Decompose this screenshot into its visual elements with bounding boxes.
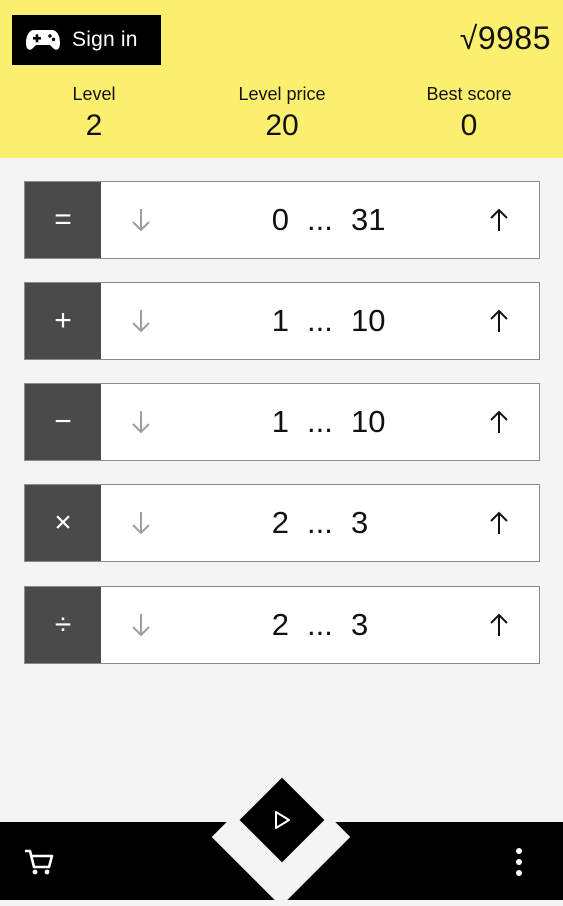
range-max: 3	[351, 505, 369, 540]
range-min: 2	[271, 607, 289, 642]
level-price-stat: Level price 20	[188, 84, 376, 143]
range-row-divide: ÷ 2 ... 3	[24, 586, 540, 664]
range-separator: ...	[307, 607, 333, 642]
sign-in-label: Sign in	[72, 28, 138, 51]
decrease-button[interactable]	[121, 200, 161, 240]
arrow-down-icon	[132, 310, 150, 333]
sign-in-button[interactable]: Sign in	[12, 15, 161, 65]
range-min: 1	[271, 303, 289, 338]
gamepad-icon	[26, 30, 60, 50]
increase-button[interactable]	[479, 301, 519, 341]
arrow-down-icon	[132, 614, 150, 637]
top-panel: Sign in √9985 Level 2 Level price 20 Bes…	[0, 0, 563, 158]
increase-button[interactable]	[479, 402, 519, 442]
range-max: 10	[351, 404, 386, 439]
decrease-button[interactable]	[121, 301, 161, 341]
decrease-button[interactable]	[121, 402, 161, 442]
range-min: 1	[271, 404, 289, 439]
arrow-up-icon	[490, 208, 508, 231]
arrow-down-icon	[132, 512, 150, 535]
arrow-up-icon	[490, 410, 508, 433]
increase-button[interactable]	[479, 200, 519, 240]
best-score-stat: Best score 0	[375, 84, 563, 143]
arrow-up-icon	[490, 613, 508, 636]
range-min: 0	[271, 202, 289, 237]
operator-minus: −	[25, 384, 101, 460]
range-max: 10	[351, 303, 386, 338]
increase-button[interactable]	[479, 605, 519, 645]
best-score-value: 0	[460, 109, 478, 142]
range-max: 31	[351, 202, 386, 237]
range-separator: ...	[307, 505, 333, 540]
operator-divide: ÷	[25, 587, 101, 663]
range-row-equals: = 0 ... 31	[24, 181, 540, 259]
range-min: 2	[271, 505, 289, 540]
level-value: 2	[85, 109, 103, 142]
decrease-button[interactable]	[121, 503, 161, 543]
range-max: 3	[351, 607, 369, 642]
arrow-down-icon	[132, 209, 150, 232]
level-price-label: Level price	[238, 84, 326, 104]
level-stat: Level 2	[0, 84, 188, 143]
range-separator: ...	[307, 303, 333, 338]
arrow-up-icon	[490, 309, 508, 332]
operator-equals: =	[25, 182, 101, 258]
arrow-up-icon	[490, 511, 508, 534]
decrease-button[interactable]	[121, 605, 161, 645]
arrow-down-icon	[132, 411, 150, 434]
best-score-label: Best score	[426, 84, 512, 104]
range-row-plus: + 1 ... 10	[24, 282, 540, 360]
cart-icon[interactable]	[24, 848, 54, 876]
operator-plus: +	[25, 283, 101, 359]
range-separator: ...	[307, 202, 333, 237]
play-icon[interactable]	[271, 809, 293, 831]
range-row-multiply: × 2 ... 3	[24, 484, 540, 562]
operator-multiply: ×	[25, 485, 101, 561]
balance-counter: √9985	[459, 20, 551, 56]
level-price-value: 20	[265, 109, 299, 142]
increase-button[interactable]	[479, 503, 519, 543]
level-label: Level	[72, 84, 116, 104]
more-vert-icon[interactable]	[511, 846, 527, 878]
range-separator: ...	[307, 404, 333, 439]
range-row-minus: − 1 ... 10	[24, 383, 540, 461]
